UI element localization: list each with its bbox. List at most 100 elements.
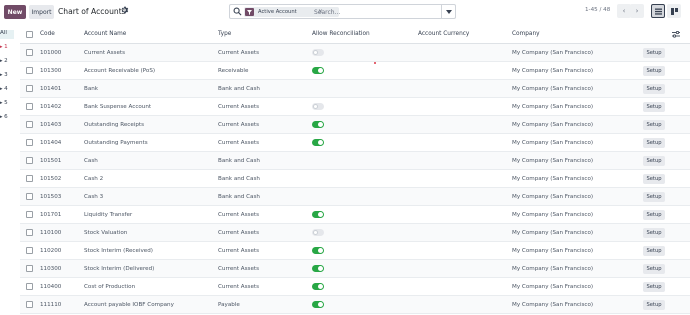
column-header-type[interactable]: Type bbox=[218, 31, 231, 37]
row-checkbox[interactable] bbox=[26, 193, 33, 200]
account-type: Current Assets bbox=[218, 103, 259, 110]
row-checkbox[interactable] bbox=[26, 301, 33, 308]
allow-reconciliation-toggle[interactable] bbox=[312, 247, 324, 254]
setup-button[interactable]: Setup bbox=[643, 156, 665, 166]
search-input[interactable] bbox=[314, 7, 436, 17]
setup-button[interactable]: Setup bbox=[643, 210, 665, 220]
row-checkbox[interactable] bbox=[26, 175, 33, 182]
account-company: My Company (San Francisco) bbox=[512, 121, 594, 128]
table-row[interactable]: 110300 Stock Interim (Delivered) Current A… bbox=[20, 260, 690, 278]
table-row[interactable]: 101404 Outstanding Payments Current Assets… bbox=[20, 134, 690, 152]
row-checkbox[interactable] bbox=[26, 121, 33, 128]
row-checkbox[interactable] bbox=[26, 229, 33, 236]
table-row[interactable]: 101300 Account Receivable (PoS) Receivable… bbox=[20, 62, 690, 80]
import-button[interactable]: Import bbox=[29, 5, 54, 19]
allow-reconciliation-toggle[interactable] bbox=[312, 265, 324, 272]
setup-button[interactable]: Setup bbox=[643, 300, 665, 310]
table-row[interactable]: 101503 Cash 3 Bank and Cash My Company (San… bbox=[20, 188, 690, 206]
account-type: Bank and Cash bbox=[218, 85, 260, 92]
side-panel-item-3[interactable]: ▸ 3 bbox=[0, 72, 8, 81]
account-type: Current Assets bbox=[218, 283, 259, 290]
toggle-knob bbox=[318, 266, 323, 271]
setup-button[interactable]: Setup bbox=[643, 192, 665, 202]
row-checkbox[interactable] bbox=[26, 247, 33, 254]
toggle-knob bbox=[318, 248, 323, 253]
setup-button[interactable]: Setup bbox=[643, 138, 665, 148]
pager-previous-button[interactable]: ‹ bbox=[617, 4, 631, 18]
allow-reconciliation-toggle[interactable] bbox=[312, 283, 324, 290]
search-options-toggle[interactable] bbox=[441, 5, 455, 18]
allow-reconciliation-toggle[interactable] bbox=[312, 229, 324, 236]
table-row[interactable]: 101403 Outstanding Receipts Current Assets… bbox=[20, 116, 690, 134]
side-panel-item-5[interactable]: ▸ 5 bbox=[0, 100, 8, 109]
side-panel-item-all[interactable]: All bbox=[0, 30, 14, 39]
allow-reconciliation-toggle[interactable] bbox=[312, 49, 324, 56]
table-row[interactable]: 101402 Bank Suspense Account Current Asset… bbox=[20, 98, 690, 116]
new-button[interactable]: New bbox=[4, 5, 26, 19]
side-panel-item-2[interactable]: ▸ 2 bbox=[0, 58, 8, 67]
setup-button[interactable]: Setup bbox=[643, 48, 665, 58]
setup-button[interactable]: Setup bbox=[643, 264, 665, 274]
allow-reconciliation-toggle[interactable] bbox=[312, 103, 324, 110]
setup-button[interactable]: Setup bbox=[643, 174, 665, 184]
account-code: 101402 bbox=[40, 103, 62, 110]
side-panel-item-4[interactable]: ▸ 4 bbox=[0, 86, 8, 95]
table-row[interactable]: 110100 Stock Valuation Current Assets My Co… bbox=[20, 224, 690, 242]
allow-reconciliation-toggle[interactable] bbox=[312, 301, 324, 308]
setup-button[interactable]: Setup bbox=[643, 84, 665, 94]
column-header-account-currency[interactable]: Account Currency bbox=[418, 31, 469, 37]
account-name: Liquidity Transfer bbox=[84, 211, 133, 218]
row-checkbox[interactable] bbox=[26, 265, 33, 272]
table-row[interactable]: 101401 Bank Bank and Cash My Company (San F… bbox=[20, 80, 690, 98]
setup-button[interactable]: Setup bbox=[643, 282, 665, 292]
table-row[interactable]: 101701 Liquidity Transfer Current Assets My… bbox=[20, 206, 690, 224]
kanban-view-button[interactable] bbox=[667, 4, 681, 18]
pager-next-button[interactable]: › bbox=[630, 4, 644, 18]
column-header-account-name[interactable]: Account Name bbox=[84, 31, 126, 37]
account-name: Stock Interim (Received) bbox=[84, 247, 153, 254]
optional-columns-icon[interactable] bbox=[672, 30, 680, 40]
row-checkbox[interactable] bbox=[26, 103, 33, 110]
row-checkbox[interactable] bbox=[26, 283, 33, 290]
row-checkbox[interactable] bbox=[26, 139, 33, 146]
row-checkbox[interactable] bbox=[26, 157, 33, 164]
search-box[interactable]: Active Account × bbox=[229, 4, 456, 19]
column-header-code[interactable]: Code bbox=[40, 31, 55, 37]
table-row[interactable]: 101000 Current Assets Current Assets My Com… bbox=[20, 44, 690, 62]
table-row[interactable]: 111110 Account payable IOBF Company Payabl… bbox=[20, 296, 690, 314]
select-all-checkbox[interactable] bbox=[26, 31, 33, 38]
account-name: Account payable IOBF Company bbox=[84, 301, 174, 308]
kanban-view-icon bbox=[670, 7, 678, 15]
allow-reconciliation-toggle[interactable] bbox=[312, 121, 324, 128]
account-type: Current Assets bbox=[218, 139, 259, 146]
account-code: 101401 bbox=[40, 85, 62, 92]
cursor-dot bbox=[374, 62, 376, 64]
account-name: Cash 3 bbox=[84, 193, 104, 200]
allow-reconciliation-toggle[interactable] bbox=[312, 139, 324, 146]
setup-button[interactable]: Setup bbox=[643, 66, 665, 76]
search-icon[interactable] bbox=[233, 7, 242, 16]
list-view-button[interactable] bbox=[651, 4, 665, 18]
setup-button[interactable]: Setup bbox=[643, 102, 665, 112]
column-header-company[interactable]: Company bbox=[512, 31, 540, 37]
allow-reconciliation-toggle[interactable] bbox=[312, 211, 324, 218]
gear-icon[interactable] bbox=[121, 6, 129, 14]
table-row[interactable]: 110400 Cost of Production Current Assets My… bbox=[20, 278, 690, 296]
table-row[interactable]: 101501 Cash Bank and Cash My Company (San F… bbox=[20, 152, 690, 170]
row-checkbox[interactable] bbox=[26, 211, 33, 218]
column-header-allow-reconciliation[interactable]: Allow Reconciliation bbox=[312, 31, 370, 37]
allow-reconciliation-toggle[interactable] bbox=[312, 67, 324, 74]
side-panel-item-6[interactable]: ▸ 6 bbox=[0, 114, 8, 123]
setup-button[interactable]: Setup bbox=[643, 246, 665, 256]
row-checkbox[interactable] bbox=[26, 67, 33, 74]
row-checkbox[interactable] bbox=[26, 85, 33, 92]
table-row[interactable]: 110200 Stock Interim (Received) Current As… bbox=[20, 242, 690, 260]
side-panel-item-1[interactable]: ▸ 1 bbox=[0, 44, 8, 53]
pager-value[interactable]: 1-45 / 48 bbox=[585, 7, 610, 13]
row-checkbox[interactable] bbox=[26, 49, 33, 56]
setup-button[interactable]: Setup bbox=[643, 120, 665, 130]
setup-button[interactable]: Setup bbox=[643, 228, 665, 238]
table-row[interactable]: 101502 Cash 2 Bank and Cash My Company (San… bbox=[20, 170, 690, 188]
account-company: My Company (San Francisco) bbox=[512, 67, 594, 74]
account-type: Payable bbox=[218, 301, 240, 308]
